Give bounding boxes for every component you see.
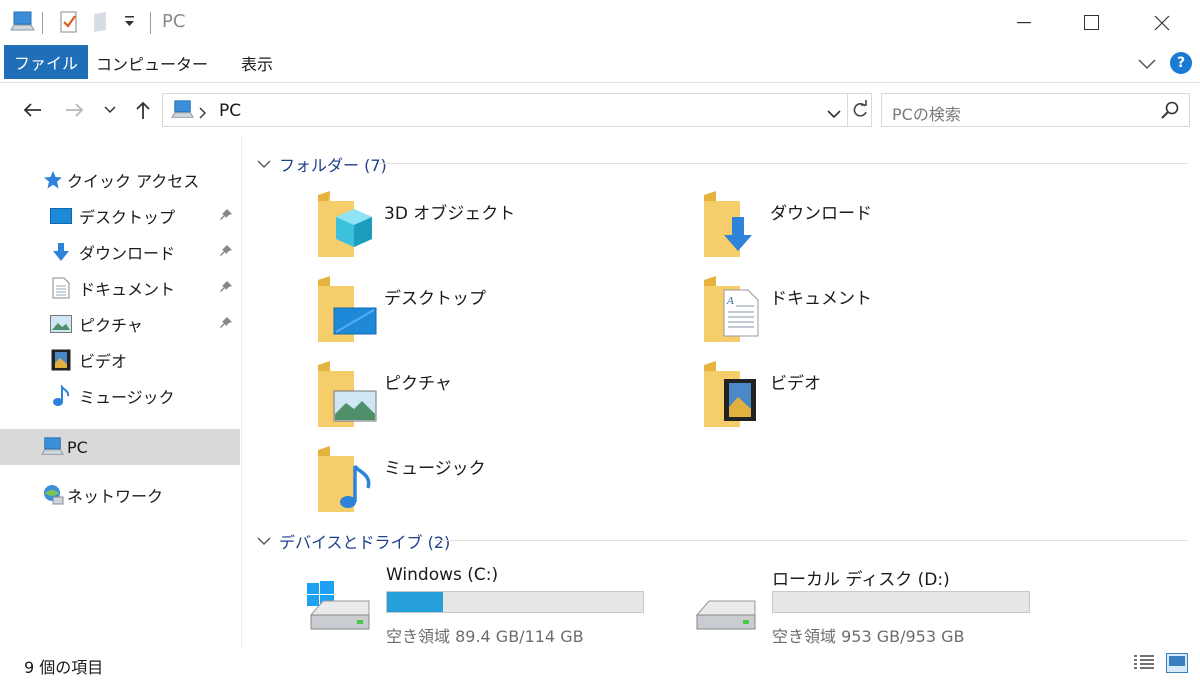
- desktop-icon: [318, 276, 377, 342]
- address-row: PC PCの検索: [0, 84, 1200, 136]
- customize-toolbar-icon[interactable]: [124, 14, 136, 33]
- network-icon: [40, 484, 66, 506]
- nav-item-downloads[interactable]: ダウンロード: [0, 234, 240, 270]
- item-count: 9 個の項目: [24, 658, 104, 677]
- local-disk-icon: [695, 600, 756, 630]
- folder-tile-pictures[interactable]: ピクチャ: [316, 359, 686, 439]
- up-button[interactable]: [130, 97, 156, 123]
- ribbon-tabs: ファイル コンピューター 表示 ?: [0, 45, 1200, 83]
- folder-tile-videos[interactable]: ビデオ: [702, 359, 1072, 439]
- navigation-pane: クイック アクセス デスクトップ ダウンロード ドキュメント ピクチャ ビデオ: [0, 137, 242, 647]
- download-icon: [704, 191, 752, 257]
- pin-icon[interactable]: [218, 279, 234, 299]
- window-title: PC: [162, 11, 186, 32]
- back-button[interactable]: [19, 97, 45, 123]
- pc-icon: [171, 99, 195, 125]
- pictures-icon: [50, 313, 72, 335]
- desktop-icon: [50, 205, 72, 227]
- drive-usage-bar: [772, 591, 1030, 613]
- minimize-button[interactable]: [990, 0, 1058, 45]
- pin-icon[interactable]: [218, 207, 234, 227]
- help-button[interactable]: ?: [1170, 52, 1192, 74]
- nav-quick-access[interactable]: クイック アクセス: [0, 162, 240, 198]
- pin-icon[interactable]: [218, 315, 234, 335]
- properties-icon[interactable]: [58, 10, 80, 38]
- group-header-folders[interactable]: フォルダー (7): [257, 152, 387, 176]
- nav-item-pc[interactable]: PC: [0, 429, 240, 465]
- group-header-drives[interactable]: デバイスとドライブ (2): [257, 529, 450, 553]
- video-icon: [704, 361, 756, 427]
- nav-item-music[interactable]: ミュージック: [0, 378, 240, 414]
- music-icon: [318, 446, 371, 512]
- expand-ribbon-icon[interactable]: [1138, 55, 1156, 74]
- breadcrumb[interactable]: PC: [219, 101, 241, 121]
- star-icon: [42, 169, 64, 191]
- large-icons-view-icon[interactable]: [1166, 653, 1188, 677]
- nav-item-pictures[interactable]: ピクチャ: [0, 306, 240, 342]
- status-bar: 9 個の項目: [0, 648, 1200, 681]
- nav-item-desktop[interactable]: デスクトップ: [0, 198, 240, 234]
- new-folder-icon[interactable]: [92, 10, 110, 38]
- nav-item-videos[interactable]: ビデオ: [0, 342, 240, 378]
- recent-locations-button[interactable]: [100, 97, 120, 123]
- document-icon: A: [704, 276, 759, 342]
- drive-tile-c[interactable]: Windows (C:) 空き領域 89.4 GB/114 GB: [307, 565, 711, 646]
- nav-item-network[interactable]: ネットワーク: [0, 477, 240, 513]
- 3d-objects-icon: [318, 191, 372, 257]
- nav-item-documents[interactable]: ドキュメント: [0, 270, 240, 306]
- tab-computer[interactable]: コンピューター: [96, 45, 208, 81]
- pc-icon: [40, 436, 66, 458]
- address-bar[interactable]: PC: [162, 93, 872, 127]
- details-view-icon[interactable]: [1133, 654, 1155, 676]
- search-icon[interactable]: [1161, 101, 1179, 123]
- pin-icon[interactable]: [218, 243, 234, 263]
- folder-tile-downloads[interactable]: ダウンロード: [702, 189, 1072, 269]
- document-icon: [50, 277, 72, 299]
- drive-usage-fill: [387, 592, 444, 612]
- close-button[interactable]: [1128, 0, 1196, 45]
- refresh-icon[interactable]: [851, 100, 869, 124]
- folder-tile-desktop[interactable]: デスクトップ: [316, 274, 686, 354]
- drive-usage-bar: [386, 591, 644, 613]
- search-input[interactable]: PCの検索: [881, 93, 1190, 127]
- video-icon: [50, 349, 72, 371]
- tab-view[interactable]: 表示: [222, 45, 292, 81]
- content-pane: フォルダー (7) 3D オブジェクト ダウンロード デスクトップ A ドキュメ…: [243, 137, 1200, 647]
- breadcrumb-chevron-icon[interactable]: [199, 104, 207, 123]
- title-bar: PC: [0, 0, 1200, 45]
- folder-tile-3d-objects[interactable]: 3D オブジェクト: [316, 189, 686, 269]
- collapse-icon: [257, 160, 271, 168]
- maximize-button[interactable]: [1058, 0, 1126, 45]
- folder-tile-music[interactable]: ミュージック: [316, 444, 686, 524]
- pictures-icon: [318, 361, 377, 427]
- music-icon: [50, 385, 72, 407]
- pc-app-icon: [10, 10, 36, 38]
- windows-drive-icon: [307, 581, 370, 630]
- collapse-icon: [257, 537, 271, 545]
- svg-text:A: A: [726, 295, 734, 307]
- drive-tile-d[interactable]: ローカル ディスク (D:) 空き領域 953 GB/953 GB: [695, 565, 1097, 646]
- tab-file[interactable]: ファイル: [4, 45, 88, 79]
- download-icon: [50, 241, 72, 263]
- folder-tile-documents[interactable]: A ドキュメント: [702, 274, 1072, 354]
- search-placeholder: PCの検索: [892, 105, 961, 124]
- address-dropdown-icon[interactable]: [827, 105, 841, 124]
- forward-button[interactable]: [62, 97, 88, 123]
